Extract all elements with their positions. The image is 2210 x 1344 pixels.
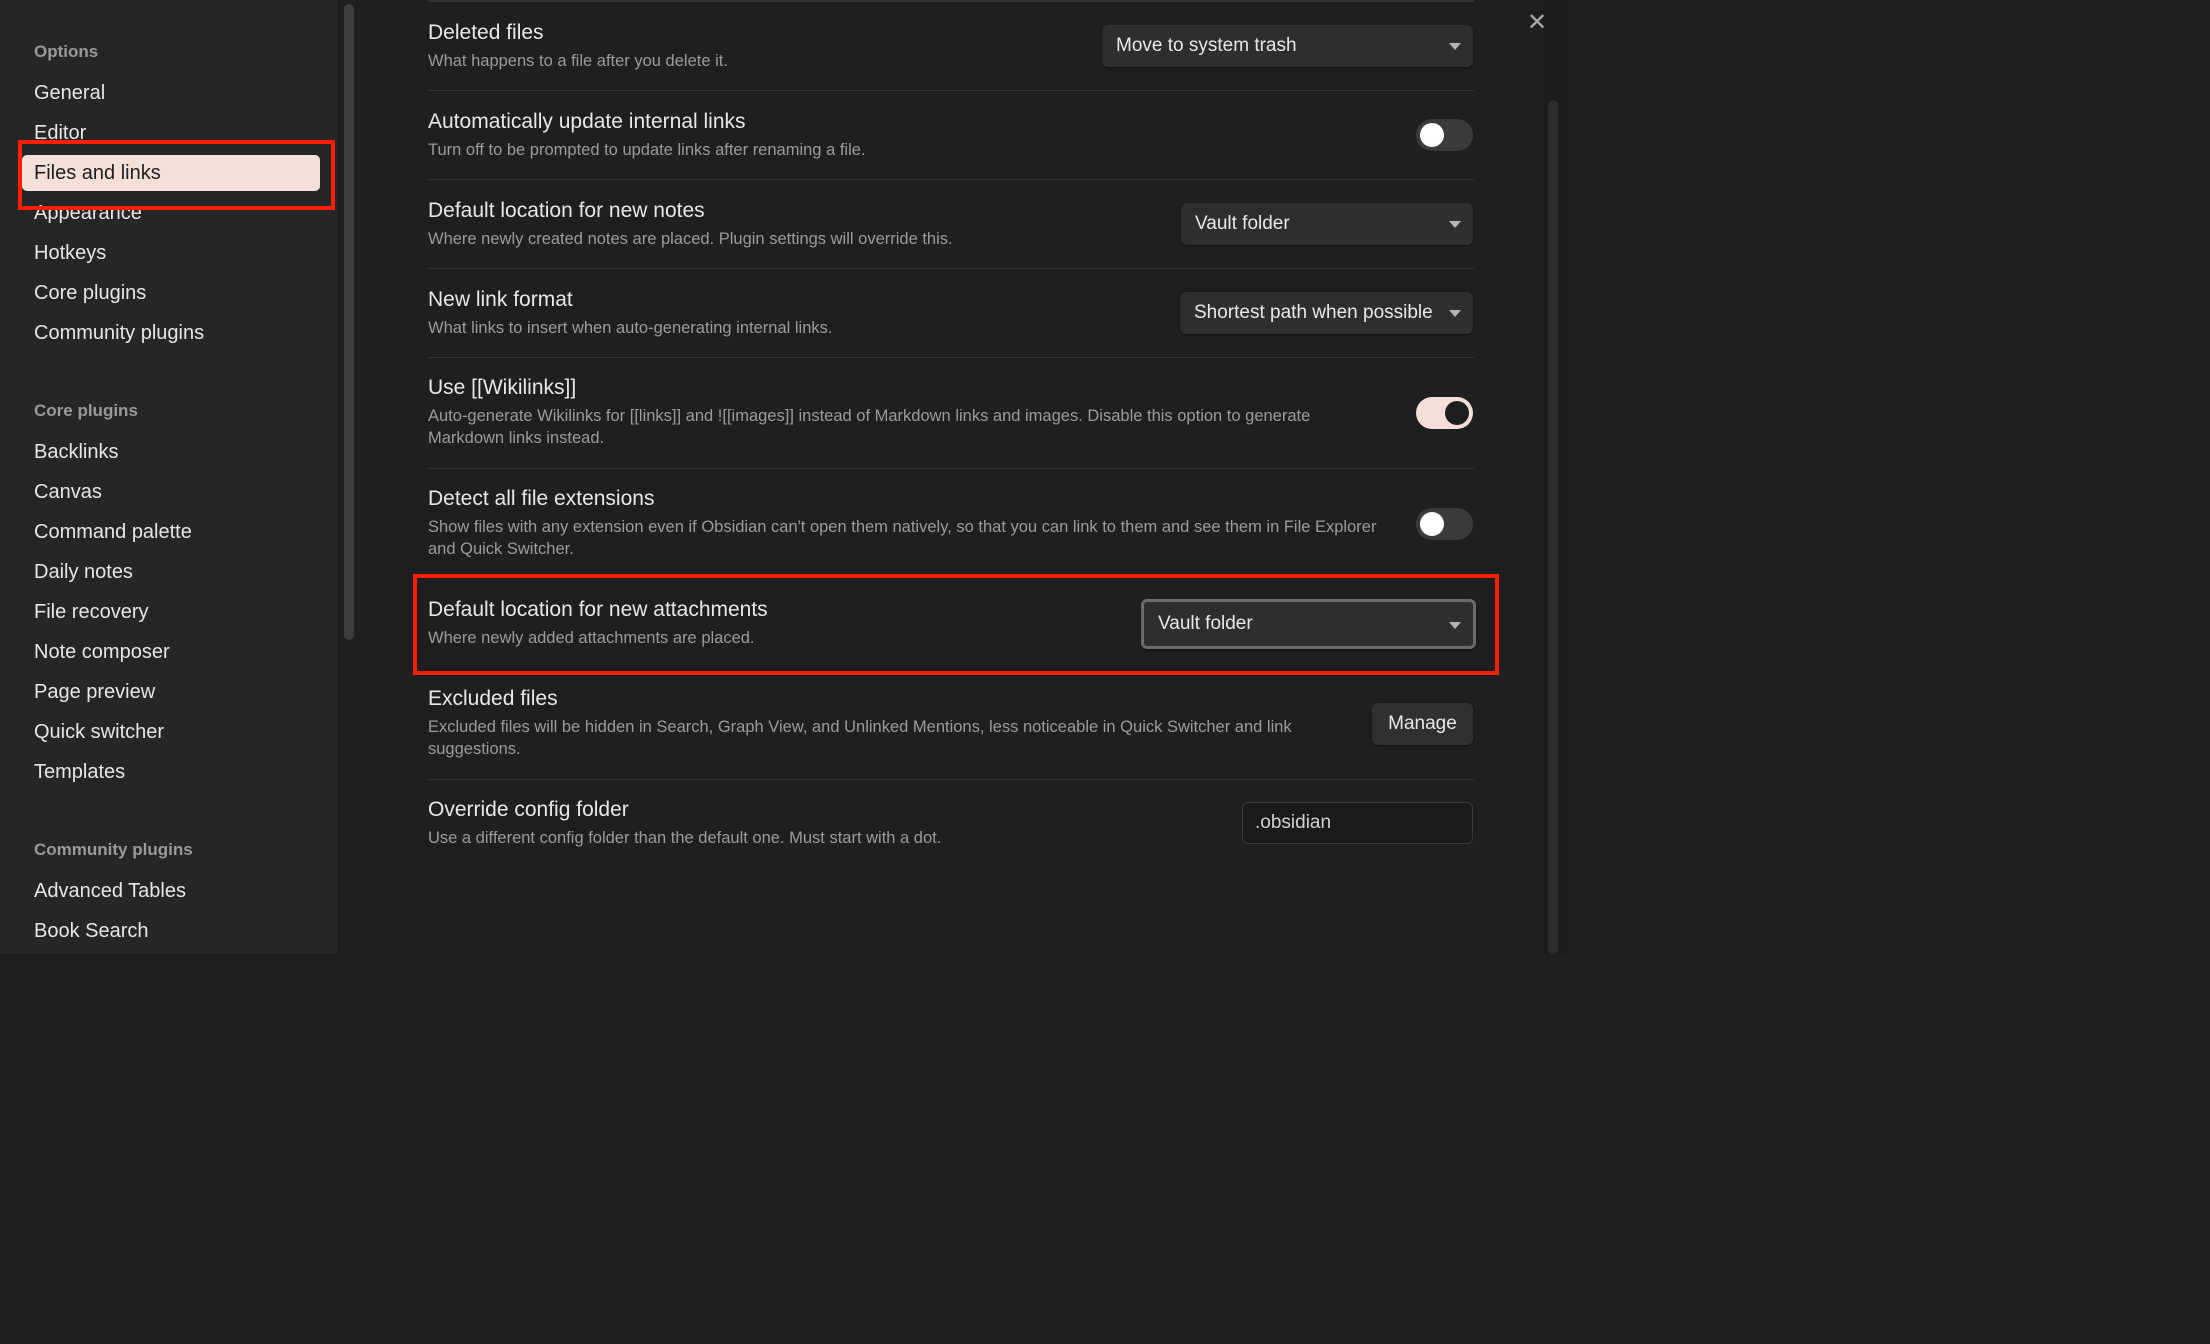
- sidebar-item-note-composer[interactable]: Note composer: [22, 634, 320, 670]
- sidebar-item-hotkeys[interactable]: Hotkeys: [22, 235, 320, 271]
- divider: [428, 268, 1474, 269]
- chevron-down-icon: [1449, 310, 1461, 317]
- setting-description: Auto-generate Wikilinks for [[links]] an…: [428, 407, 1311, 447]
- attachments-location-dropdown[interactable]: Vault folder: [1141, 599, 1476, 649]
- divider: [428, 779, 1474, 780]
- sidebar-item-page-preview[interactable]: Page preview: [22, 674, 320, 710]
- dropdown-value: Vault folder: [1158, 613, 1253, 634]
- use-wikilinks-toggle[interactable]: [1416, 397, 1473, 429]
- divider: [428, 179, 1474, 180]
- content-scrollbar-thumb[interactable]: [1548, 100, 1558, 954]
- options-section-header: Options: [34, 42, 99, 61]
- sidebar-item-files-and-links[interactable]: Files and links: [22, 155, 320, 191]
- dropdown-value: Vault folder: [1195, 213, 1290, 234]
- config-folder-input[interactable]: .obsidian: [1242, 802, 1473, 844]
- setting-title: Automatically update internal links: [428, 110, 746, 133]
- sidebar-item-community-plugins[interactable]: Community plugins: [22, 315, 320, 351]
- setting-title: Detect all file extensions: [428, 487, 655, 510]
- dropdown-value: Shortest path when possible: [1194, 302, 1433, 323]
- toggle-knob: [1445, 401, 1469, 425]
- auto-update-links-toggle[interactable]: [1416, 119, 1473, 151]
- chevron-down-icon: [1449, 43, 1461, 50]
- sidebar-item-command-palette[interactable]: Command palette: [22, 514, 320, 550]
- setting-description: Show files with any extension even if Ob…: [428, 518, 1377, 558]
- sidebar-item-templates[interactable]: Templates: [22, 754, 320, 790]
- toggle-knob: [1420, 512, 1444, 536]
- sidebar-item-core-plugins[interactable]: Core plugins: [22, 275, 320, 311]
- sidebar-item-backlinks[interactable]: Backlinks: [22, 434, 320, 470]
- new-notes-location-dropdown[interactable]: Vault folder: [1181, 203, 1473, 245]
- sidebar-scrollbar-thumb[interactable]: [344, 4, 354, 640]
- divider: [428, 90, 1474, 91]
- sidebar-item-canvas[interactable]: Canvas: [22, 474, 320, 510]
- sidebar-item-appearance[interactable]: Appearance: [22, 195, 320, 231]
- sidebar-item-editor[interactable]: Editor: [22, 115, 320, 151]
- setting-excluded-files: Excluded files Excluded files will be hi…: [428, 686, 1358, 760]
- deleted-files-dropdown[interactable]: Move to system trash: [1102, 25, 1473, 67]
- sidebar-item-book-search[interactable]: Book Search: [22, 913, 320, 949]
- setting-title: Use [[Wikilinks]]: [428, 376, 577, 399]
- close-icon[interactable]: ✕: [1522, 8, 1552, 38]
- sidebar-item-daily-notes[interactable]: Daily notes: [22, 554, 320, 590]
- divider: [428, 357, 1474, 358]
- setting-title: Excluded files: [428, 687, 558, 710]
- setting-use-wikilinks: Use [[Wikilinks]] Auto-generate Wikilink…: [428, 375, 1348, 449]
- core-plugins-section-header: Core plugins: [34, 401, 138, 420]
- sidebar-item-advanced-tables[interactable]: Advanced Tables: [22, 873, 320, 909]
- new-link-format-dropdown[interactable]: Shortest path when possible: [1180, 292, 1473, 334]
- dropdown-value: Move to system trash: [1116, 35, 1297, 56]
- sidebar-item-file-recovery[interactable]: File recovery: [22, 594, 320, 630]
- chevron-down-icon: [1449, 622, 1461, 629]
- setting-description: Turn off to be prompted to update links …: [428, 141, 866, 159]
- detect-file-extensions-toggle[interactable]: [1416, 508, 1473, 540]
- manage-excluded-files-button[interactable]: Manage: [1372, 703, 1473, 745]
- sidebar-item-quick-switcher[interactable]: Quick switcher: [22, 714, 320, 750]
- sidebar-item-general[interactable]: General: [22, 75, 320, 111]
- divider: [428, 0, 1474, 2]
- chevron-down-icon: [1449, 221, 1461, 228]
- toggle-knob: [1420, 123, 1444, 147]
- community-plugins-section-header: Community plugins: [34, 840, 193, 859]
- settings-sidebar: Options General Editor Appearance Files …: [0, 0, 339, 954]
- setting-auto-update-links: Automatically update internal links Turn…: [428, 109, 1474, 161]
- divider: [428, 468, 1474, 469]
- setting-description: Excluded files will be hidden in Search,…: [428, 718, 1292, 758]
- setting-detect-file-extensions: Detect all file extensions Show files wi…: [428, 486, 1403, 560]
